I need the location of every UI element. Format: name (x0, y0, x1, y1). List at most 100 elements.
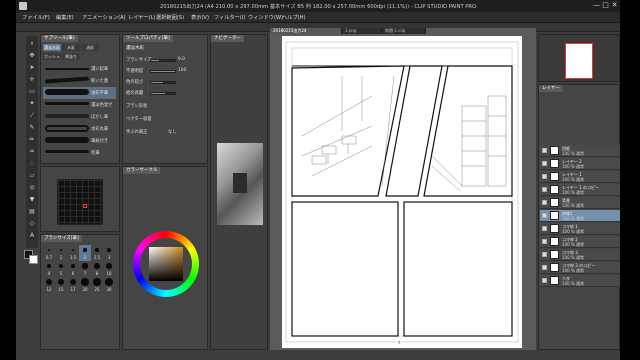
eye-icon[interactable] (542, 187, 547, 192)
menu-layer[interactable]: レイヤー(L) (128, 14, 156, 21)
eye-icon[interactable] (542, 148, 547, 153)
reference-photo[interactable] (217, 143, 263, 225)
fill-icon[interactable]: ▼ (28, 196, 36, 204)
prop-stabilization[interactable]: 手ぶれ補正 なし (126, 129, 186, 137)
layer-row[interactable]: レイヤー 1 100 % 通常 (540, 171, 620, 183)
prop-paint-amount[interactable]: 絵の具量 (126, 90, 186, 98)
eye-icon[interactable] (542, 226, 547, 231)
brush-item-selected[interactable]: 油彩平筆 (43, 87, 116, 99)
menu-filter[interactable]: フィルター(I) (214, 14, 245, 21)
brush-size-option[interactable]: 7 (79, 261, 91, 277)
layer-row[interactable]: 背景 100 % 通常 (540, 197, 620, 209)
brush-size-option[interactable]: 10 (103, 261, 115, 277)
navigator-thumbnail[interactable] (565, 43, 593, 79)
menu-file[interactable]: ファイル(F) (22, 14, 50, 21)
layer-row[interactable]: コマ枠 3 のコピー 100 % 通常 (540, 262, 620, 274)
doc-tab[interactable]: 3.png (342, 28, 382, 34)
subtab-2[interactable]: 油彩 (81, 44, 99, 51)
tab-layer[interactable]: レイヤー (539, 85, 563, 92)
selection-icon[interactable]: ▭ (28, 88, 36, 96)
prop-brush-size[interactable]: ブラシサイズ 9.0 (126, 57, 186, 65)
menu-edit[interactable]: 編集(E) (56, 14, 74, 21)
brush-item[interactable]: 水彩丸筆 (43, 123, 116, 135)
brush-item[interactable]: 筆痕付き (43, 135, 116, 147)
layer-row[interactable]: 枠線1 100 % 通常 (540, 210, 620, 222)
eye-icon[interactable] (542, 278, 547, 283)
eye-icon[interactable] (542, 200, 547, 205)
subtab-1[interactable]: 水彩 (62, 44, 80, 51)
brush-item[interactable]: 濃い鉛筆 (43, 63, 116, 75)
eraser-icon[interactable]: ▱ (28, 172, 36, 180)
gradient-icon[interactable]: ▤ (28, 208, 36, 216)
close-icon[interactable]: ✕ (610, 2, 619, 10)
zoom-icon[interactable]: ⌕ (28, 40, 36, 48)
brush-size-option[interactable]: 25 (91, 277, 103, 293)
tab-color-circle[interactable]: カラーサークル (123, 167, 161, 174)
move-layer-icon[interactable]: ✛ (28, 76, 36, 84)
brush-size-option[interactable]: 2 (79, 245, 91, 261)
eye-icon[interactable] (542, 265, 547, 270)
doc-tab-active[interactable]: 20180215出力24 (270, 28, 342, 34)
brush-size-option[interactable]: 3 (103, 245, 115, 261)
layer-row[interactable]: コマ枠 3 100 % 通常 (540, 249, 620, 261)
manga-page[interactable]: 4 (282, 36, 522, 348)
brush-size-option[interactable]: 0.7 (43, 245, 55, 261)
prop-brush-shape[interactable]: ブラシ形状 (126, 103, 186, 111)
brush-size-option[interactable]: 2.5 (91, 245, 103, 261)
prop-vector-snap[interactable]: ベクター吸着 (126, 116, 186, 124)
color-wheel[interactable] (133, 231, 199, 297)
sub-color-swatch[interactable] (29, 255, 38, 264)
layer-row[interactable]: 用紙 100 % 通常 (540, 145, 620, 157)
eyedropper-icon[interactable]: ⁄ (28, 112, 36, 120)
brush-size-option[interactable]: 1.5 (67, 245, 79, 261)
brush-size-option[interactable]: 5 (55, 261, 67, 277)
brush-size-option[interactable]: 8 (91, 261, 103, 277)
eye-icon[interactable] (542, 161, 547, 166)
layer-row[interactable]: コマ枠 2 100 % 通常 (540, 236, 620, 248)
menu-window[interactable]: ウィンドウ(W) (248, 14, 283, 21)
operation-icon[interactable]: ➤ (28, 64, 36, 72)
brush-size-option[interactable]: 30 (103, 277, 115, 293)
brush-size-option[interactable]: 15 (55, 277, 67, 293)
eye-icon[interactable] (542, 174, 547, 179)
subtab-3[interactable]: ガッシュ (43, 53, 61, 60)
layer-row[interactable]: レイヤー 2 100 % 通常 (540, 158, 620, 170)
tab-brush-size[interactable]: ブラシサイズ[筆] (41, 235, 82, 242)
brush-size-option[interactable]: 12 (43, 277, 55, 293)
tab-sub-tool[interactable]: サブツール[筆] (41, 35, 78, 42)
brush-size-option[interactable]: 6 (67, 261, 79, 277)
brush-size-option[interactable]: 1 (55, 245, 67, 261)
saturation-square[interactable] (149, 247, 183, 281)
eye-icon[interactable] (542, 213, 547, 218)
brush-item[interactable]: 濃淡色混ぜ (43, 99, 116, 111)
tab-tool-property[interactable]: ツールプロパティ[筆] (123, 35, 173, 42)
paint-amount-slider[interactable] (150, 92, 176, 95)
layer-row[interactable]: レイヤー 1 のコピー 100 % 通常 (540, 184, 620, 196)
brush-size-option[interactable]: 20 (79, 277, 91, 293)
brush-icon[interactable]: ♒ (28, 148, 36, 156)
subtab-4[interactable]: 厚塗り (62, 53, 80, 60)
minimize-icon[interactable]: — (592, 2, 601, 10)
text-icon[interactable]: A (28, 232, 36, 240)
brush-size-option[interactable]: 4 (43, 261, 55, 277)
menu-selection[interactable]: 選択範囲(S) (156, 14, 184, 21)
color-grid[interactable] (57, 179, 103, 225)
pen-icon[interactable]: ✎ (28, 124, 36, 132)
color-stretch-slider[interactable] (150, 81, 176, 84)
doc-tab[interactable]: 無題-1.clip (382, 28, 426, 34)
prop-color-stretch[interactable]: 色の延び (126, 79, 186, 87)
prop-opacity[interactable]: 不透明度 100 (126, 68, 186, 76)
brush-size-option[interactable]: 17 (67, 277, 79, 293)
brush-item[interactable]: 毛筆 (43, 147, 116, 159)
pencil-icon[interactable]: ✏ (28, 136, 36, 144)
opacity-slider[interactable] (150, 70, 176, 73)
brush-size-slider[interactable] (150, 59, 176, 62)
layer-row[interactable]: ベタ 100 % 通常 (540, 275, 620, 287)
layer-row[interactable]: コマ枠 1 100 % 通常 (540, 223, 620, 235)
brush-item[interactable]: 乾いた墨 (43, 75, 116, 87)
maximize-icon[interactable]: □ (601, 2, 610, 10)
brush-item[interactable]: ぼかし筆 (43, 111, 116, 123)
menu-help[interactable]: ヘルプ(H) (282, 14, 306, 21)
subtab-0[interactable]: 濃淡水彩 (43, 44, 61, 51)
move-icon[interactable]: ✥ (28, 52, 36, 60)
